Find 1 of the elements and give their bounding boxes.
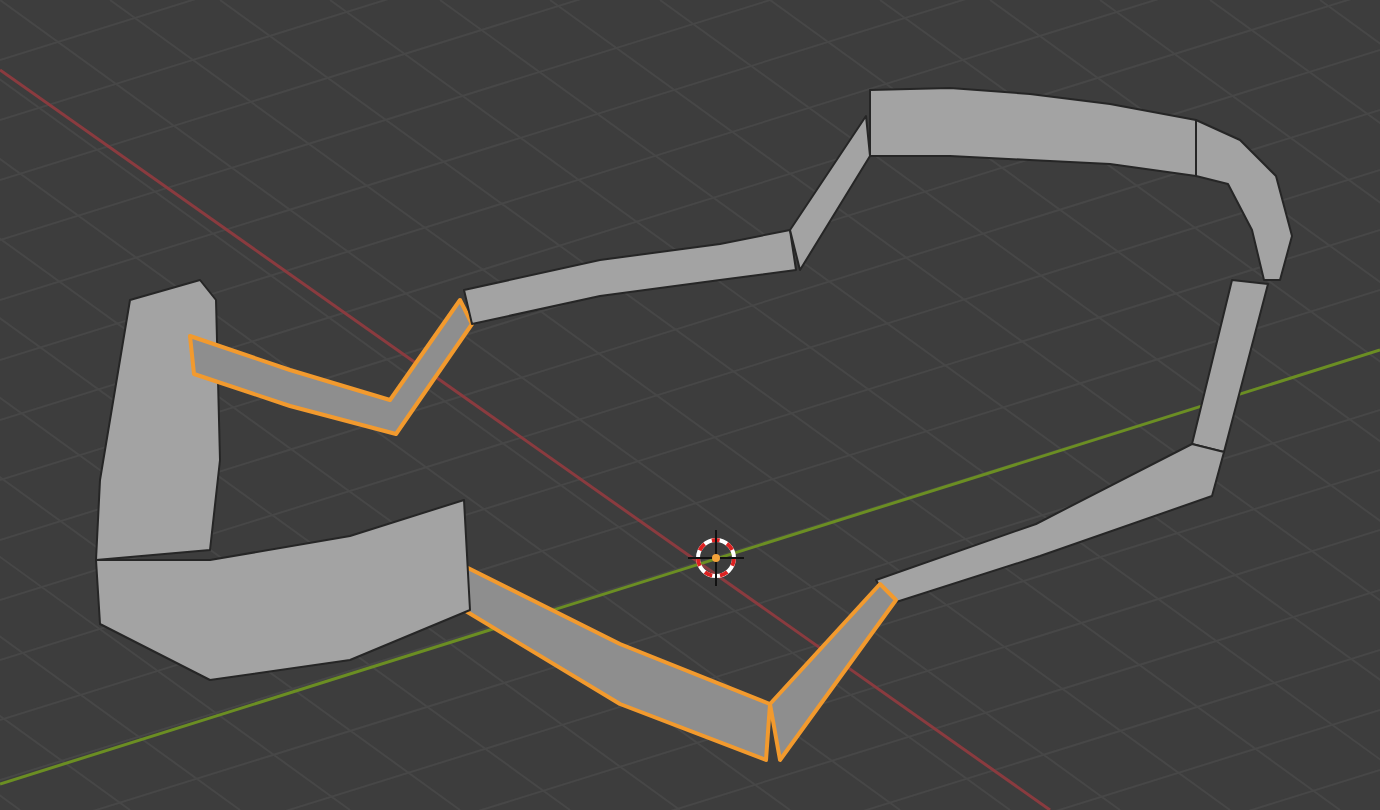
- 3d-cursor-icon: [687, 529, 745, 587]
